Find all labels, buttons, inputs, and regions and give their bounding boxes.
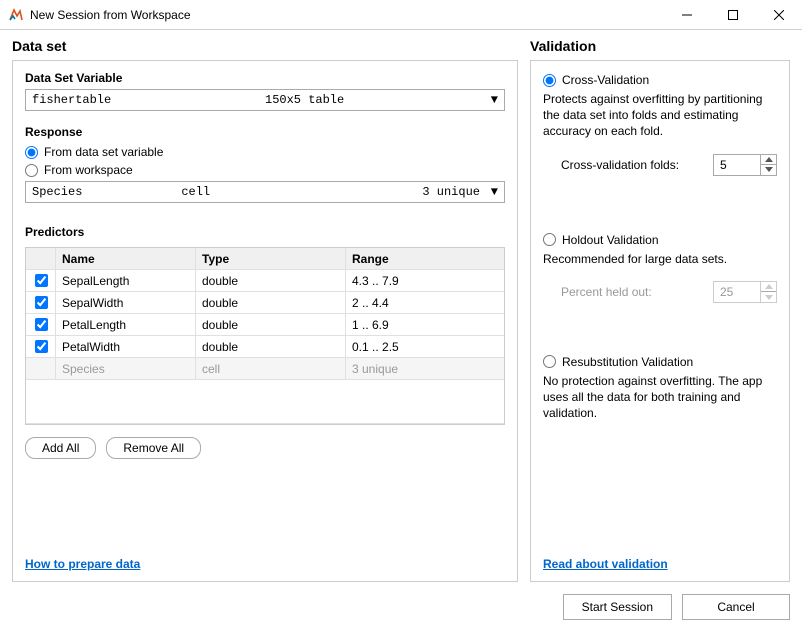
holdout-description: Recommended for large data sets. [543, 251, 777, 267]
resubstitution-validation-radio[interactable]: Resubstitution Validation [543, 355, 777, 369]
response-from-variable-radio[interactable]: From data set variable [25, 145, 505, 159]
predictors-table: Name Type Range SepalLengthdouble4.3 .. … [25, 247, 505, 425]
predictor-checkbox[interactable] [26, 336, 56, 357]
predictor-checkbox[interactable] [26, 270, 56, 291]
predictor-checkbox[interactable] [26, 292, 56, 313]
validation-frame: Cross-Validation Protects against overfi… [530, 60, 790, 582]
data-set-heading: Data set [12, 38, 518, 54]
start-session-button[interactable]: Start Session [563, 594, 672, 620]
cancel-button[interactable]: Cancel [682, 594, 790, 620]
add-all-button[interactable]: Add All [25, 437, 96, 459]
predictor-type: double [196, 292, 346, 313]
cv-folds-spinner[interactable]: 5 [713, 154, 777, 176]
predictor-checkbox[interactable] [26, 314, 56, 335]
minimize-button[interactable] [664, 0, 710, 30]
table-row: PetalLengthdouble1 .. 6.9 [26, 314, 504, 336]
predictors-header: Name Type Range [26, 248, 504, 270]
predictor-range: 1 .. 6.9 [346, 314, 504, 335]
predictor-range: 4.3 .. 7.9 [346, 270, 504, 291]
response-variable-select[interactable]: Species cell 3 unique ▼ [25, 181, 505, 203]
predictor-type: double [196, 336, 346, 357]
spinner-down-icon [761, 292, 776, 302]
holdout-percent-label: Percent held out: [561, 285, 652, 299]
cross-validation-radio[interactable]: Cross-Validation [543, 73, 777, 87]
validation-heading: Validation [530, 38, 790, 54]
chevron-down-icon: ▼ [491, 93, 498, 107]
spinner-up-icon [761, 282, 776, 293]
read-about-validation-link[interactable]: Read about validation [543, 557, 777, 571]
cv-folds-label: Cross-validation folds: [561, 158, 679, 172]
resub-description: No protection against overfitting. The a… [543, 373, 777, 422]
how-to-prepare-data-link[interactable]: How to prepare data [25, 557, 505, 571]
predictor-name: Species [56, 358, 196, 379]
predictor-name: SepalLength [56, 270, 196, 291]
col-range: Range [346, 248, 504, 269]
col-name: Name [56, 248, 196, 269]
remove-all-button[interactable]: Remove All [106, 437, 201, 459]
matlab-icon [8, 7, 24, 23]
predictors-label: Predictors [25, 225, 505, 239]
predictor-name: SepalWidth [56, 292, 196, 313]
predictor-name: PetalWidth [56, 336, 196, 357]
window-title: New Session from Workspace [30, 8, 664, 22]
predictor-checkbox [26, 358, 56, 379]
predictor-type: double [196, 270, 346, 291]
predictor-type: cell [196, 358, 346, 379]
data-set-variable-label: Data Set Variable [25, 71, 505, 85]
response-from-workspace-radio[interactable]: From workspace [25, 163, 505, 177]
cv-description: Protects against overfitting by partitio… [543, 91, 777, 140]
response-label: Response [25, 125, 505, 139]
titlebar[interactable]: New Session from Workspace [0, 0, 802, 30]
spinner-down-icon[interactable] [761, 165, 776, 175]
predictor-name: PetalLength [56, 314, 196, 335]
table-row: SepalLengthdouble4.3 .. 7.9 [26, 270, 504, 292]
maximize-button[interactable] [710, 0, 756, 30]
predictor-range: 0.1 .. 2.5 [346, 336, 504, 357]
table-row: Speciescell3 unique [26, 358, 504, 380]
close-button[interactable] [756, 0, 802, 30]
data-set-variable-select[interactable]: fishertable 150x5 table ▼ [25, 89, 505, 111]
table-row: SepalWidthdouble2 .. 4.4 [26, 292, 504, 314]
predictor-range: 3 unique [346, 358, 504, 379]
holdout-percent-spinner: 25 [713, 281, 777, 303]
data-set-frame: Data Set Variable fishertable 150x5 tabl… [12, 60, 518, 582]
chevron-down-icon: ▼ [491, 185, 498, 199]
col-type: Type [196, 248, 346, 269]
holdout-validation-radio[interactable]: Holdout Validation [543, 233, 777, 247]
predictor-range: 2 .. 4.4 [346, 292, 504, 313]
predictor-type: double [196, 314, 346, 335]
table-row: PetalWidthdouble0.1 .. 2.5 [26, 336, 504, 358]
spinner-up-icon[interactable] [761, 155, 776, 166]
